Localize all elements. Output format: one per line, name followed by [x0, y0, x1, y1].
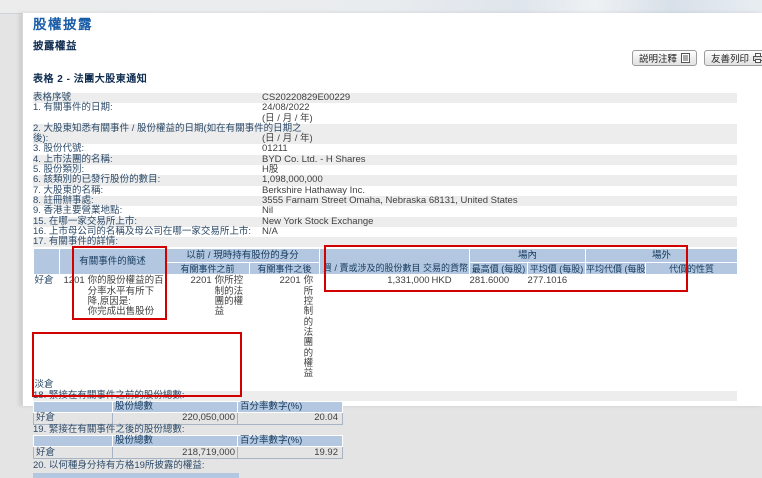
total-shares-value: 220,050,000 — [112, 412, 238, 426]
event-brief-header: 有關事件的簡述 — [59, 248, 166, 276]
total-shares-header: 股份總數 — [112, 435, 238, 448]
position-col-header — [33, 248, 60, 276]
table-row: 好倉 220,050,000 20.04 — [33, 412, 343, 426]
currency-value: HKD — [431, 275, 452, 287]
avg-consideration-value — [586, 275, 646, 379]
notes-button-label: 説明注釋 — [639, 54, 678, 65]
field-value: CS20220829E00229 — [262, 92, 351, 103]
print-button-label: 友善列印 — [711, 54, 750, 65]
on-exchange-header: 場內 — [469, 248, 587, 264]
percentage-header: 百分率數字(%) — [237, 435, 343, 448]
position-label: 好倉 — [33, 446, 113, 460]
capacity-after-header: 有關事件之後 — [248, 262, 321, 276]
shares-involved-value: 1,331,000 — [387, 275, 430, 287]
form-row: 表格序號 CS20220829E00229 — [33, 92, 737, 104]
form-row: 8. 註冊辦事處: 3555 Farnam Street Omaha, Nebr… — [33, 194, 737, 207]
avg-consideration-header: 平均代價 (每股) — [585, 262, 647, 276]
shares-before-table: 股份總數 百分率數字(%) 好倉 220,050,000 20.04 — [33, 401, 343, 426]
print-button[interactable]: 友善列印 — [704, 50, 762, 66]
shares-header: 買 / 賣或涉及的股份數目 — [323, 262, 421, 273]
field-value-note: (日 / 月 / 年) — [262, 133, 313, 145]
off-exchange-header: 場外 — [585, 248, 739, 264]
field-value: N/A — [262, 225, 278, 237]
capacity-text: 你所控制的法團的權益 — [214, 275, 244, 318]
percentage-value: 19.92 — [237, 446, 343, 460]
field-label: 1. 有關事件的日期: — [33, 102, 113, 114]
top-banner — [0, 0, 762, 14]
blank-header — [33, 435, 113, 448]
capacity-code: 2201 — [279, 275, 301, 287]
capacity-header: 以前 / 現時持有股份的身分 — [164, 248, 321, 264]
long-position-row: 好倉 1201 你的股份權益的百分率水平有所下降,原因是: 你完成出售股份 220… — [34, 275, 738, 379]
avg-price-value: 277.1016 — [527, 275, 568, 287]
capacity-code: 2201 — [190, 275, 212, 287]
section17-label: 17. 有關事件的詳情: — [33, 236, 118, 248]
section19-label: 19. 緊接在有關事件之後的股份總數: — [33, 424, 185, 436]
field-value: BYD Co. Ltd. - H Shares — [262, 153, 366, 165]
percentage-header: 百分率數字(%) — [237, 401, 343, 414]
currency-header: 交易的貨幣 — [423, 262, 469, 273]
avg-price-header: 平均價 (每股) — [527, 262, 587, 276]
position-label: 好倉 — [34, 275, 54, 287]
highest-price-header: 最高價 (每股) — [469, 262, 529, 276]
consideration-nature-value — [646, 275, 738, 379]
field-value: 24/08/2022 (日 / 月 / 年) — [262, 102, 737, 124]
form-row: 3. 股份代號: 01211 — [33, 144, 737, 155]
highest-price-value: 281.6000 — [469, 275, 510, 287]
section18-label: 18. 緊接在有關事件之前的股份總數: — [33, 390, 737, 402]
event-description: 你的股份權益的百分率水平有所下降,原因是: 你完成出售股份 — [87, 275, 164, 318]
consideration-nature-header: 代價的性質 — [645, 262, 739, 276]
form-row: 4. 上市法團的名稱: BYD Co. Ltd. - H Shares — [33, 153, 737, 166]
form-row: 9. 香港主要營業地點: Nil — [33, 205, 737, 216]
form-content: 表格序號 CS20220829E00229 1. 有關事件的日期: 24/08/… — [33, 92, 739, 478]
field-value: H股 — [262, 164, 279, 176]
form-row: 6. 該類別的已發行股份的數目: 1,098,000,000 — [33, 175, 737, 186]
table-row: 好倉 218,719,000 19.92 — [33, 446, 343, 460]
page-subtitle: 披露權益 — [33, 40, 77, 52]
section20-table-header-partial — [33, 472, 239, 478]
blank-header — [33, 401, 113, 414]
field-value-note: (日 / 月 / 年) — [262, 112, 313, 124]
field-value: (日 / 月 / 年) — [262, 124, 737, 145]
event-details-table: 有關事件的簡述 以前 / 現時持有股份的身分 買 / 賣或涉及的股份數目 交易的… — [33, 248, 739, 390]
shares-currency-header: 買 / 賣或涉及的股份數目 交易的貨幣 — [319, 248, 471, 276]
form-heading: 表格 2 - 法團大股東通知 — [33, 74, 148, 85]
toolbar: 説明注釋 友善列印 — [632, 50, 762, 66]
field-label-line1: 2. 大股東知悉有關事件 / 股份權益的日期(如在有關事件的日期之 — [33, 122, 302, 134]
event-brief-cell: 1201 你的股份權益的百分率水平有所下降,原因是: 你完成出售股份 — [60, 275, 166, 379]
event-code: 1201 — [63, 275, 85, 287]
form-row: 17. 有關事件的詳情: — [33, 236, 737, 248]
field-value-text: 24/08/2022 — [262, 102, 310, 114]
field-value: New York Stock Exchange — [262, 215, 374, 227]
percentage-value: 20.04 — [237, 412, 343, 426]
notes-button[interactable]: 説明注釋 — [632, 50, 698, 66]
position-label: 好倉 — [33, 412, 113, 426]
field-label: 2. 大股東知悉有關事件 / 股份權益的日期(如在有關事件的日期之 後): — [33, 122, 302, 145]
print-icon — [753, 53, 762, 63]
shares-after-table: 股份總數 百分率數字(%) 好倉 218,719,000 19.92 — [33, 435, 343, 460]
capacity-before-header: 有關事件之前 — [165, 262, 250, 276]
section20-label: 20. 以何種身分持有方格19所披露的權益: — [33, 460, 205, 472]
total-shares-value: 218,719,000 — [112, 446, 238, 460]
total-shares-header: 股份總數 — [112, 401, 238, 414]
field-value: 3555 Farnam Street Omaha, Nebraska 68131… — [262, 194, 518, 206]
form-row: 2. 大股東知悉有關事件 / 股份權益的日期(如在有關事件的日期之 後): (日… — [33, 122, 737, 145]
form-row: 1. 有關事件的日期: 24/08/2022 (日 / 月 / 年) — [33, 102, 737, 124]
capacity-after-cell: 2201 你所控制的法團的權益 — [250, 275, 320, 379]
notes-icon — [681, 53, 691, 63]
page-title: 股權披露 — [33, 17, 93, 32]
capacity-text: 你所控制的法團的權益 — [303, 275, 314, 380]
form-row: 16. 上市母公司的名稱及母公司在哪一家交易所上市: N/A — [33, 225, 737, 237]
capacity-before-cell: 2201 你所控制的法團的權益 — [166, 275, 250, 379]
